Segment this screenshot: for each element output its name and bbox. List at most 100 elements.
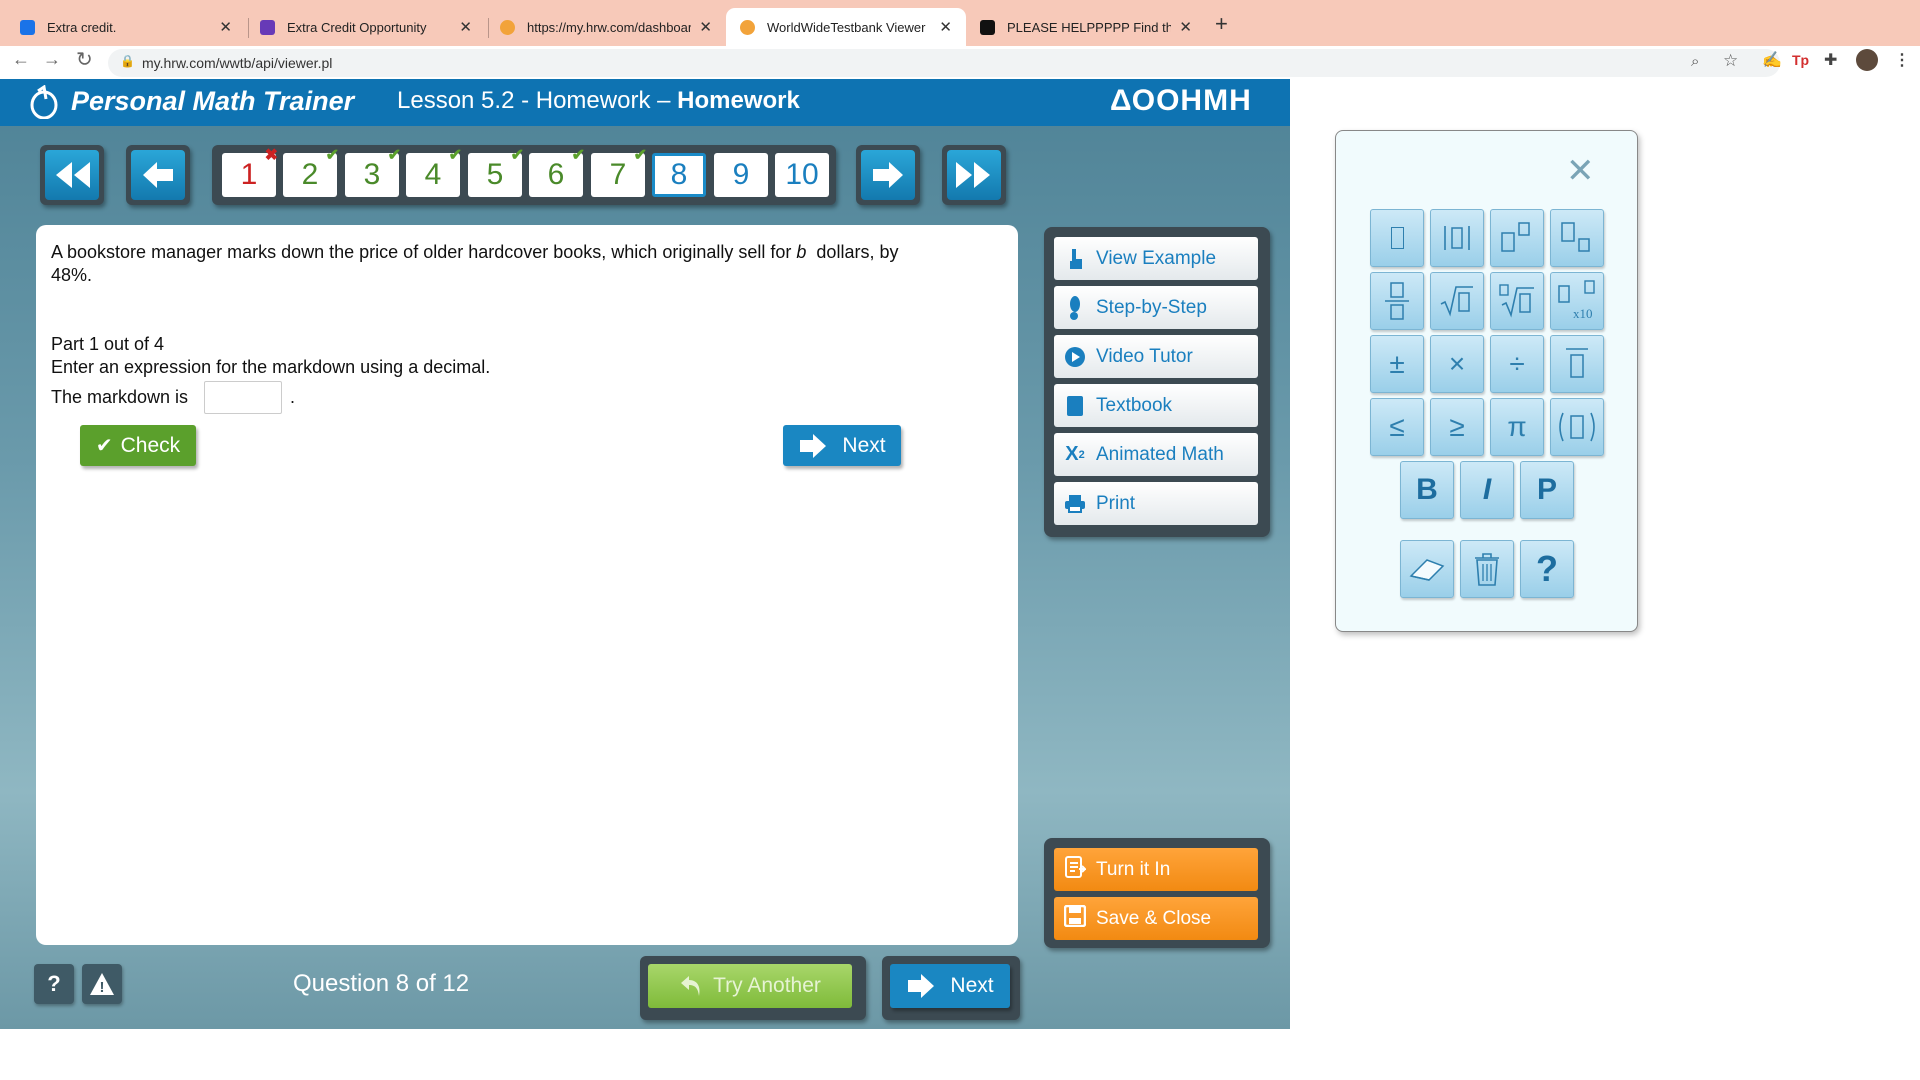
back-arrow-icon[interactable]: ← xyxy=(12,49,30,70)
extension-icon[interactable]: ✍ xyxy=(1762,50,1782,70)
animated-math-button[interactable]: X2 Animated Math xyxy=(1054,433,1258,476)
check-mark-icon: ✔ xyxy=(633,147,647,164)
hmh-logo: ΔΟΟHMH xyxy=(1110,84,1252,117)
view-example-button[interactable]: View Example xyxy=(1054,237,1258,280)
browser-tab[interactable]: Extra Credit Opportunity ✕ xyxy=(246,8,486,46)
lesson-title: Lesson 5.2 - Homework – Homework xyxy=(397,87,800,114)
right-arrow-icon xyxy=(908,974,935,998)
overline-icon[interactable] xyxy=(1550,335,1604,393)
tab-title: Extra credit. xyxy=(47,19,117,35)
nth-root-icon[interactable] xyxy=(1490,272,1544,330)
tab-title: Extra Credit Opportunity xyxy=(287,19,427,35)
tab-favicon-icon xyxy=(980,19,995,35)
address-bar[interactable]: 🔒 my.hrw.com/wwtb/api/viewer.pl ⌕ ☆ xyxy=(108,49,1780,77)
lock-icon: 🔒 xyxy=(120,54,135,68)
footprint-icon xyxy=(1064,295,1086,320)
video-tutor-button[interactable]: Video Tutor xyxy=(1054,335,1258,378)
try-another-button[interactable]: Try Another xyxy=(648,964,852,1008)
alert-button[interactable]: ! xyxy=(82,964,122,1004)
textbook-button[interactable]: Textbook xyxy=(1054,384,1258,427)
turn-it-in-button[interactable]: Turn it In xyxy=(1054,848,1258,891)
question-button-7[interactable]: 7 ✔ xyxy=(591,147,647,197)
answer-prompt: The markdown is xyxy=(51,387,189,407)
eraser-icon[interactable] xyxy=(1400,540,1454,598)
url-text[interactable]: my.hrw.com/wwtb/api/viewer.pl xyxy=(142,55,332,71)
trash-icon[interactable] xyxy=(1460,540,1514,598)
question-button-3[interactable]: 3 ✔ xyxy=(345,147,401,197)
browser-tab[interactable]: https://my.hrw.com/dashboard ✕ xyxy=(486,8,726,46)
left-arrow-icon xyxy=(143,162,173,188)
fraction-icon[interactable] xyxy=(1370,272,1424,330)
address-bar-row: 🔒 my.hrw.com/wwtb/api/viewer.pl ⌕ ☆ xyxy=(0,46,1920,79)
zoom-icon[interactable]: ⌕ xyxy=(1691,53,1699,70)
last-question-button[interactable] xyxy=(942,145,1006,205)
plus-minus-key[interactable]: ± xyxy=(1370,335,1424,393)
tab-close-icon[interactable]: ✕ xyxy=(1179,18,1192,36)
help-button[interactable]: ? xyxy=(34,964,74,1004)
svg-text:x10: x10 xyxy=(1573,306,1593,321)
check-mark-icon: ✔ xyxy=(448,147,462,164)
menu-kebab-icon[interactable]: ⋮ xyxy=(1894,50,1910,70)
next-question-button[interactable] xyxy=(856,145,920,205)
box-icon[interactable] xyxy=(1370,209,1424,267)
check-mark-icon: ✔ xyxy=(387,147,401,164)
question-button-2[interactable]: 2 ✔ xyxy=(283,147,339,197)
scientific-notation-icon[interactable]: x10 xyxy=(1550,272,1604,330)
divide-key[interactable]: ÷ xyxy=(1490,335,1544,393)
warning-triangle-icon: ! xyxy=(90,973,114,996)
subscript-icon[interactable] xyxy=(1550,209,1604,267)
avatar[interactable] xyxy=(1856,49,1878,71)
check-button[interactable]: ✔ Check xyxy=(80,425,196,466)
question-button-8[interactable]: 8 xyxy=(652,153,706,197)
browser-tab-bar: Extra credit. ✕ Extra Credit Opportunity… xyxy=(0,0,1920,46)
absolute-value-icon[interactable] xyxy=(1430,209,1484,267)
bookmark-star-icon[interactable]: ☆ xyxy=(1723,51,1738,71)
question-button-4[interactable]: 4 ✔ xyxy=(406,147,462,197)
forward-arrow-icon[interactable]: → xyxy=(43,49,61,70)
bottom-next-button[interactable]: Next xyxy=(890,964,1010,1008)
tab-close-icon[interactable]: ✕ xyxy=(939,18,952,36)
question-button-5[interactable]: 5 ✔ xyxy=(468,147,524,197)
answer-period: . xyxy=(290,387,296,407)
tab-favicon-icon xyxy=(20,19,35,35)
plain-key[interactable]: P xyxy=(1520,461,1574,519)
tab-close-icon[interactable]: ✕ xyxy=(219,18,232,36)
times-key[interactable]: × xyxy=(1430,335,1484,393)
save-and-close-button[interactable]: Save & Close xyxy=(1054,897,1258,940)
question-button-1[interactable]: 1 ✖ xyxy=(222,147,278,197)
tab-favicon-icon xyxy=(260,19,275,35)
tab-title: WorldWideTestbank Viewer xyxy=(767,19,926,35)
first-question-button[interactable] xyxy=(40,145,104,205)
previous-question-button[interactable] xyxy=(126,145,190,205)
greater-equal-key[interactable]: ≥ xyxy=(1430,398,1484,456)
less-equal-key[interactable]: ≤ xyxy=(1370,398,1424,456)
browser-tab[interactable]: Extra credit. ✕ xyxy=(6,8,246,46)
tab-favicon-icon xyxy=(500,19,515,35)
question-button-10[interactable]: 10 xyxy=(775,153,829,197)
italic-key[interactable]: I xyxy=(1460,461,1514,519)
close-icon[interactable]: ✕ xyxy=(1566,151,1595,191)
step-by-step-button[interactable]: Step-by-Step xyxy=(1054,286,1258,329)
answer-input[interactable] xyxy=(204,381,282,414)
help-key[interactable]: ? xyxy=(1520,540,1574,598)
new-tab-icon[interactable]: + xyxy=(1215,11,1228,37)
parentheses-icon[interactable] xyxy=(1550,398,1604,456)
next-part-button[interactable]: Next xyxy=(783,425,901,466)
bold-key[interactable]: B xyxy=(1400,461,1454,519)
browser-tab-active[interactable]: WorldWideTestbank Viewer ✕ xyxy=(726,8,966,46)
pi-key[interactable]: π xyxy=(1490,398,1544,456)
pmt-logo-icon xyxy=(30,85,58,119)
superscript-icon[interactable] xyxy=(1490,209,1544,267)
browser-tab[interactable]: PLEASE HELPPPPP Find the sa ✕ xyxy=(966,8,1206,46)
question-button-6[interactable]: 6 ✔ xyxy=(529,147,585,197)
reload-icon[interactable]: ↻ xyxy=(76,47,93,72)
print-button[interactable]: Print xyxy=(1054,482,1258,525)
tab-close-icon[interactable]: ✕ xyxy=(459,18,472,36)
puzzle-icon[interactable]: ✚ xyxy=(1824,50,1837,70)
question-button-9[interactable]: 9 xyxy=(714,153,768,197)
square-root-icon[interactable] xyxy=(1430,272,1484,330)
tp-extension-icon[interactable]: Tp xyxy=(1792,52,1809,68)
tab-close-icon[interactable]: ✕ xyxy=(699,18,712,36)
turn-in-icon xyxy=(1064,855,1088,885)
try-another-frame: Try Another xyxy=(640,956,866,1020)
